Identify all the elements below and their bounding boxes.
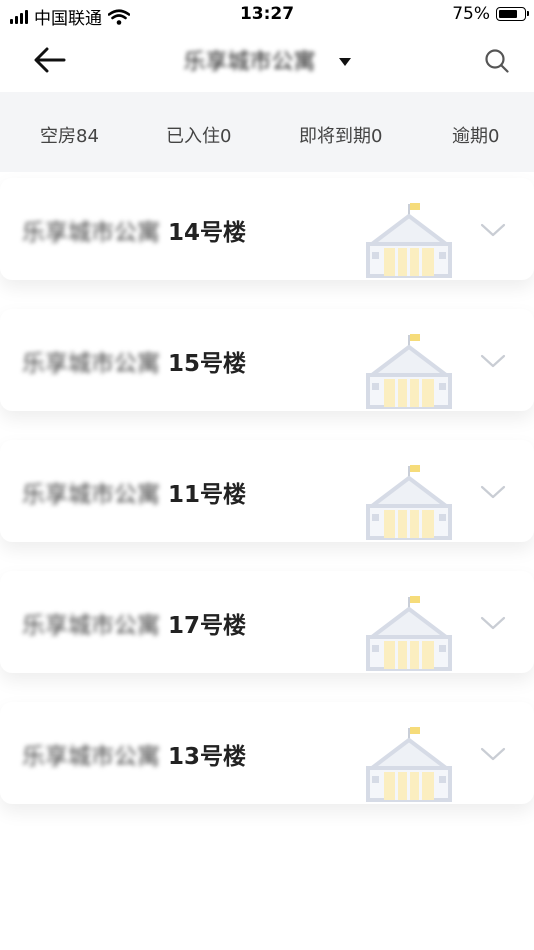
building-number: 13号楼 [168, 744, 247, 770]
chevron-down-icon[interactable] [480, 353, 506, 369]
building-number: 15号楼 [168, 351, 247, 377]
building-card[interactable]: 乐享城市公寓 17号楼 [0, 571, 534, 673]
building-card[interactable]: 乐享城市公寓 11号楼 [0, 440, 534, 542]
building-list: 乐享城市公寓 14号楼 乐享城市公寓 15号楼 乐享城市公寓 11号楼 乐享城市… [0, 172, 534, 950]
chevron-down-icon[interactable] [480, 222, 506, 238]
building-name: 乐享城市公寓 17号楼 [22, 606, 246, 640]
building-name-prefix: 乐享城市公寓 [22, 613, 160, 639]
stats-bar: 空房84 已入住0 即将到期0 逾期0 [0, 92, 534, 172]
apartment-selector[interactable]: 乐享城市公寓 [0, 44, 534, 76]
search-button[interactable] [480, 44, 514, 78]
building-icon [366, 334, 452, 409]
building-number: 17号楼 [168, 613, 247, 639]
status-bar: 中国联通 13:27 75% [0, 0, 534, 30]
stat-expiring[interactable]: 即将到期0 [299, 122, 382, 148]
building-name-prefix: 乐享城市公寓 [22, 351, 160, 377]
building-name-prefix: 乐享城市公寓 [22, 482, 160, 508]
building-card[interactable]: 乐享城市公寓 14号楼 [0, 178, 534, 280]
chevron-down-icon[interactable] [480, 484, 506, 500]
battery-percent: 75% [452, 4, 490, 24]
building-name: 乐享城市公寓 14号楼 [22, 213, 246, 247]
building-icon [366, 465, 452, 540]
building-name-prefix: 乐享城市公寓 [22, 744, 160, 770]
building-icon [366, 727, 452, 802]
chevron-down-icon[interactable] [480, 615, 506, 631]
stat-overdue[interactable]: 逾期0 [452, 122, 499, 148]
building-name: 乐享城市公寓 15号楼 [22, 344, 246, 378]
nav-title: 乐享城市公寓 [183, 50, 316, 75]
nav-bar: 乐享城市公寓 [0, 30, 534, 92]
caret-down-icon [338, 57, 351, 66]
building-card[interactable]: 乐享城市公寓 15号楼 [0, 309, 534, 411]
building-icon [366, 596, 452, 671]
building-name-prefix: 乐享城市公寓 [22, 220, 160, 246]
building-number: 14号楼 [168, 220, 247, 246]
status-right: 75% [452, 4, 529, 24]
building-name: 乐享城市公寓 11号楼 [22, 475, 246, 509]
stat-occupied[interactable]: 已入住0 [166, 122, 231, 148]
battery-icon [496, 7, 529, 21]
building-name: 乐享城市公寓 13号楼 [22, 737, 246, 771]
chevron-down-icon[interactable] [480, 746, 506, 762]
search-icon [485, 49, 509, 73]
stat-vacant[interactable]: 空房84 [40, 122, 99, 148]
building-icon [366, 203, 452, 278]
building-number: 11号楼 [168, 482, 247, 508]
building-card[interactable]: 乐享城市公寓 13号楼 [0, 702, 534, 804]
